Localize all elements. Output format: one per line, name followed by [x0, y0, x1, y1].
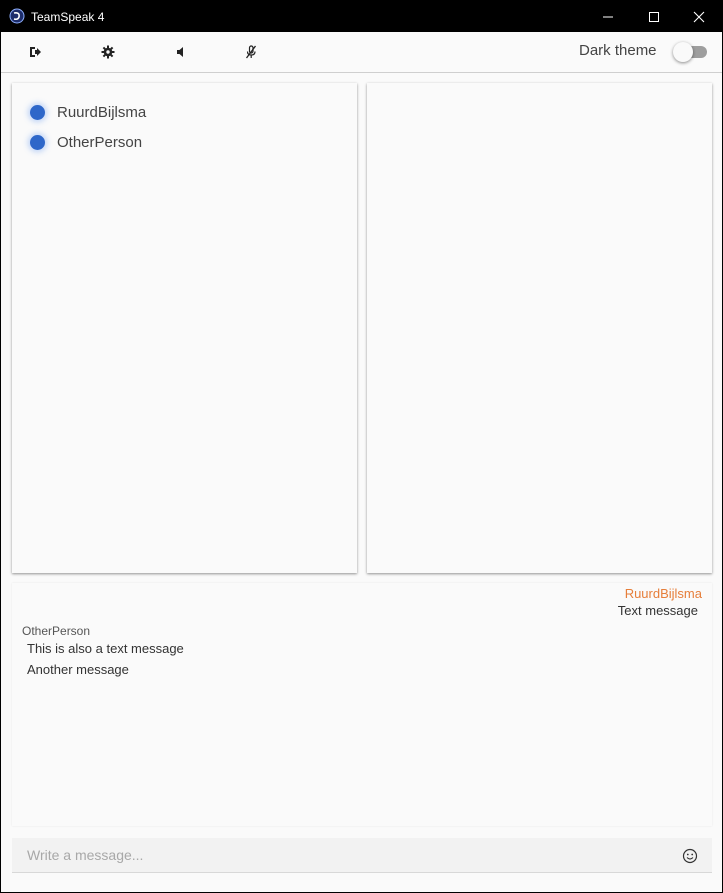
- message-composer: [12, 838, 712, 873]
- teamspeak-logo-icon: [9, 8, 25, 24]
- user-list-panel: RuurdBijlsma OtherPerson: [12, 83, 357, 573]
- message-text: This is also a text message: [27, 641, 184, 656]
- message-sender: OtherPerson: [22, 624, 91, 638]
- emoji-icon[interactable]: [682, 848, 698, 864]
- close-button[interactable]: [676, 1, 722, 32]
- message-input[interactable]: [12, 838, 662, 872]
- message-text: Another message: [27, 662, 129, 677]
- toolbar: Dark theme: [1, 32, 722, 73]
- user-name: OtherPerson: [57, 133, 143, 151]
- minimize-button[interactable]: [585, 1, 631, 32]
- chat-log: RuurdBijlsma Text message OtherPerson Th…: [12, 583, 712, 826]
- dark-theme-toggle[interactable]: [673, 42, 707, 62]
- dark-theme-label: Dark theme: [579, 42, 657, 59]
- gear-icon[interactable]: [100, 44, 116, 60]
- message-sender: RuurdBijlsma: [624, 586, 702, 601]
- window-title: TeamSpeak 4: [31, 10, 105, 24]
- message-text: Text message: [617, 603, 698, 618]
- app-window: TeamSpeak 4 Dark theme RuurdBijlsma Othe…: [0, 0, 723, 893]
- channel-panel: [367, 83, 712, 573]
- toggle-thumb[interactable]: [673, 42, 693, 62]
- user-list-item[interactable]: OtherPerson: [30, 132, 142, 152]
- user-list-item[interactable]: RuurdBijlsma: [30, 102, 146, 122]
- microphone-muted-icon[interactable]: [243, 44, 259, 60]
- title-bar: TeamSpeak 4: [1, 1, 722, 32]
- speaker-icon[interactable]: [172, 44, 188, 60]
- user-name: RuurdBijlsma: [57, 103, 147, 121]
- user-status-dot: [30, 104, 45, 120]
- logout-icon[interactable]: [27, 44, 43, 60]
- maximize-button[interactable]: [631, 1, 677, 32]
- user-status-dot: [30, 134, 45, 150]
